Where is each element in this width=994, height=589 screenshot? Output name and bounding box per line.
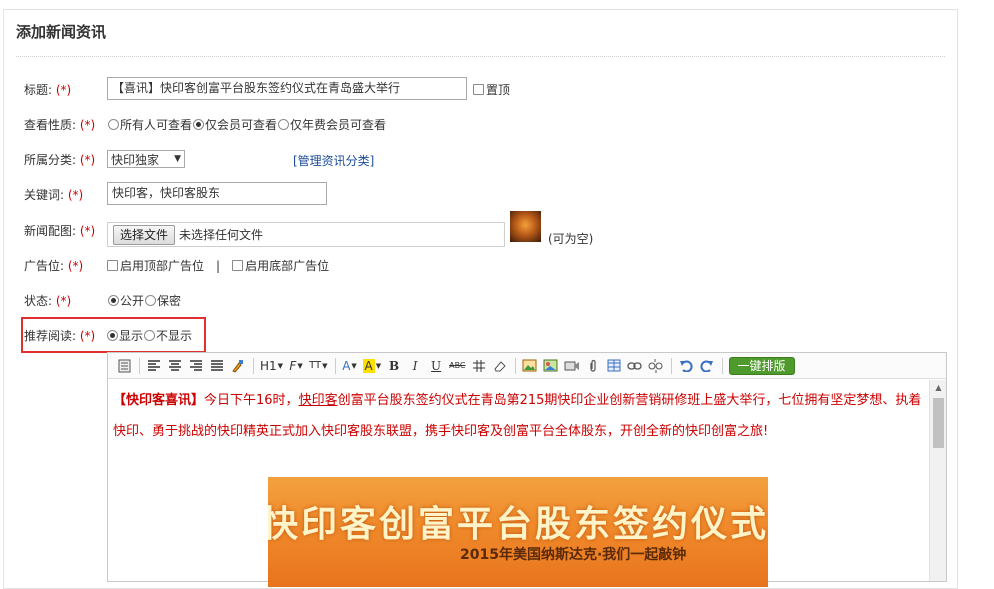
strikethrough-button[interactable]: ABC xyxy=(449,357,465,375)
editor-toolbar: H1 ▼ F ▼ TT ▼ A ▼ A ▼ B I U ABC 一键排版 xyxy=(108,353,946,379)
align-center-icon[interactable] xyxy=(167,357,183,375)
title-divider xyxy=(16,56,945,57)
image-hint: (可为空) xyxy=(548,232,594,246)
file-status: 未选择任何文件 xyxy=(179,228,264,242)
ads-label: 广告位: (*) xyxy=(24,259,84,273)
link-icon[interactable] xyxy=(627,357,643,375)
scroll-up-arrow-icon[interactable]: ▲ xyxy=(930,382,947,394)
content-lead: 【快印客喜讯】 xyxy=(113,393,205,408)
banner-subtitle: 2015年美国纳斯达克·我们一起敲钟 xyxy=(460,547,687,563)
editor-content[interactable]: 【快印客喜讯】今日下午16时，快印客创富平台股东签约仪式在青岛第215期快印企业… xyxy=(113,385,928,447)
align-right-icon[interactable] xyxy=(188,357,204,375)
status-radio-group: 公开 保密 xyxy=(107,292,181,309)
recommend-radio-group: 显示 不显示 xyxy=(106,327,192,344)
image-thumbnail xyxy=(510,211,541,242)
image-label: 新闻配图: (*) xyxy=(24,224,96,238)
align-left-icon[interactable] xyxy=(146,357,162,375)
title-input[interactable]: 【喜讯】快印客创富平台股东签约仪式在青岛盛大举行 xyxy=(107,77,467,100)
status-label: 状态: (*) xyxy=(24,294,72,308)
recommend-label: 推荐阅读: (*) xyxy=(24,329,96,343)
manage-category-link[interactable]: [管理资讯分类] xyxy=(293,152,374,169)
keywords-label: 关键词: (*) xyxy=(24,188,84,202)
highlight-color-dropdown[interactable]: A ▼ xyxy=(362,357,381,375)
panel-title: 添加新闻资讯 xyxy=(16,23,107,41)
choose-file-button[interactable]: 选择文件 xyxy=(113,224,176,245)
font-family-dropdown[interactable]: F ▼ xyxy=(288,357,304,375)
visibility-radio-annual[interactable] xyxy=(278,119,290,130)
content-banner-image: 快印客创富平台股东签约仪式 2015年美国纳斯达克·我们一起敲钟 xyxy=(268,477,768,587)
pin-label: 置顶 xyxy=(486,83,511,97)
recommend-radio-hide[interactable] xyxy=(144,330,156,341)
toolbar-separator xyxy=(721,357,723,374)
toolbar-separator xyxy=(670,357,672,374)
visibility-radio-members[interactable] xyxy=(193,119,205,130)
source-code-icon[interactable] xyxy=(116,357,132,375)
heading-dropdown[interactable]: H1 ▼ xyxy=(260,357,283,375)
pin-checkbox[interactable]: 置顶 xyxy=(473,81,510,98)
banner-title: 快印客创富平台股东签约仪式 xyxy=(268,503,768,545)
align-justify-icon[interactable] xyxy=(209,357,225,375)
insert-table-icon[interactable] xyxy=(606,357,622,375)
eraser-icon[interactable] xyxy=(492,357,508,375)
insert-gallery-icon[interactable] xyxy=(543,357,559,375)
toolbar-separator xyxy=(334,357,336,374)
insert-video-icon[interactable] xyxy=(564,357,580,375)
dropdown-arrow-icon: ▼ xyxy=(174,154,181,164)
underline-button[interactable]: U xyxy=(428,357,444,375)
keywords-input[interactable]: 快印客，快印客股东 xyxy=(107,182,327,205)
category-label: 所属分类: (*) xyxy=(24,153,96,167)
bottom-ad-checkbox[interactable] xyxy=(232,260,244,271)
visibility-radio-all[interactable] xyxy=(108,119,119,130)
ads-checkbox-group: 启用顶部广告位 | 启用底部广告位 xyxy=(107,257,329,274)
status-radio-public[interactable] xyxy=(108,295,119,306)
toolbar-separator xyxy=(139,357,140,374)
toolbar-separator xyxy=(514,357,516,374)
italic-button[interactable]: I xyxy=(407,357,423,375)
pin-checkbox-box[interactable] xyxy=(473,84,484,95)
image-file-input[interactable]: 选择文件 未选择任何文件 xyxy=(107,222,505,247)
title-label: 标题: (*) xyxy=(24,83,72,97)
rich-text-editor: H1 ▼ F ▼ TT ▼ A ▼ A ▼ B I U ABC 一键排版 【快印… xyxy=(107,352,947,587)
attachment-icon[interactable] xyxy=(585,357,601,375)
editor-scrollbar[interactable]: ▲ xyxy=(929,380,946,581)
content-link[interactable]: 快印客 xyxy=(299,393,338,408)
toolbar-separator xyxy=(253,357,254,374)
recommend-radio-show[interactable] xyxy=(107,330,118,341)
scroll-thumb[interactable] xyxy=(933,398,944,448)
redo-icon[interactable] xyxy=(699,357,715,375)
visibility-radio-group: 所有人可查看 仅会员可查看 仅年费会员可查看 xyxy=(107,116,386,133)
undo-icon[interactable] xyxy=(678,357,694,375)
one-click-format-button[interactable]: 一键排版 xyxy=(728,356,795,375)
bold-button[interactable]: B xyxy=(386,357,402,375)
font-size-dropdown[interactable]: TT ▼ xyxy=(309,357,327,375)
font-color-dropdown[interactable]: A ▼ xyxy=(342,357,358,375)
category-select[interactable]: 快印独家 ▼ xyxy=(107,150,185,168)
top-ad-checkbox[interactable] xyxy=(107,260,118,271)
ads-divider: | xyxy=(216,258,221,273)
status-radio-private[interactable] xyxy=(145,295,157,306)
format-brush-icon[interactable] xyxy=(230,357,246,375)
table-grid-icon[interactable] xyxy=(471,357,487,375)
visibility-label: 查看性质: (*) xyxy=(24,118,96,132)
unlink-icon[interactable] xyxy=(648,357,664,375)
insert-image-icon[interactable] xyxy=(522,357,538,375)
